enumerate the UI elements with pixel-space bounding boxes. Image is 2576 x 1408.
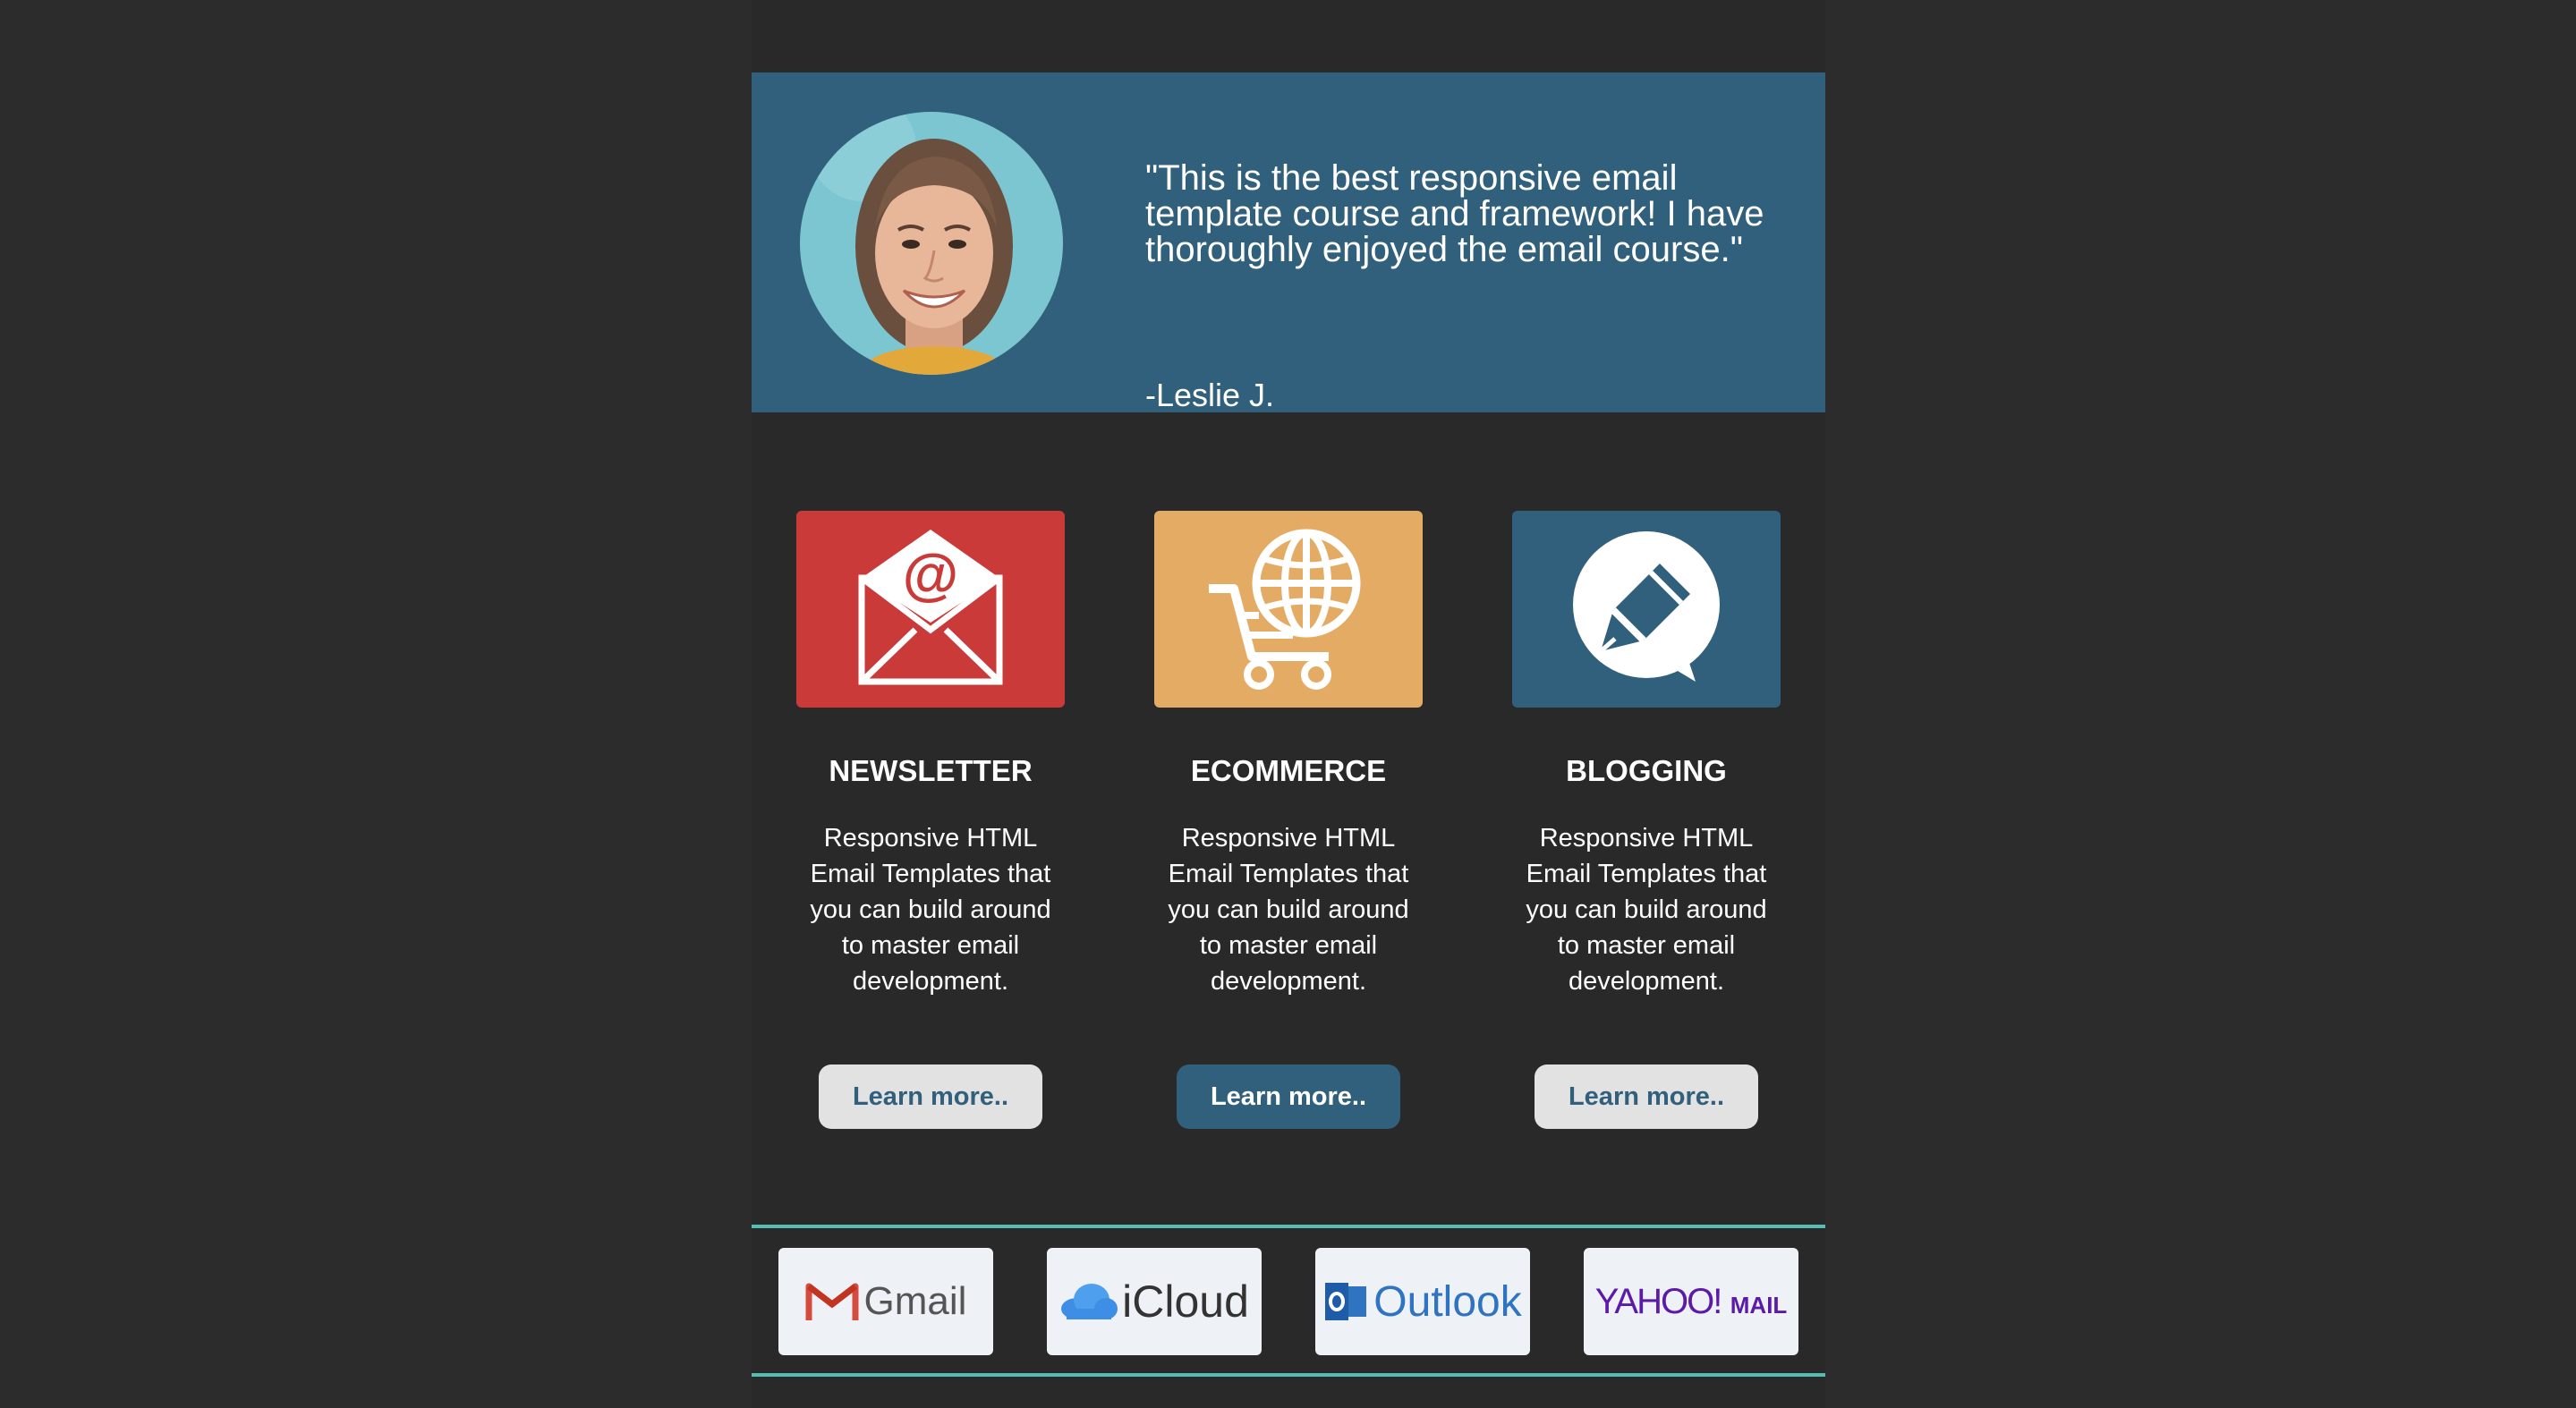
testimonial-quote: "This is the best responsive email templ… [1145,158,1764,269]
email-container: "This is the best responsive email templ… [752,0,1825,1408]
cart-globe-icon [1203,522,1373,697]
icloud-icon [1059,1282,1118,1321]
yahoo-mail-icon: YAHOO! MAIL [1595,1282,1788,1322]
blogging-tile [1512,511,1781,708]
client-outlook: Outlook [1315,1248,1530,1355]
feature-newsletter: @ NEWSLETTER Responsive HTML Email Templ… [796,511,1065,1137]
learn-more-button-blogging[interactable]: Learn more.. [1535,1064,1758,1129]
feature-description: Responsive HTML Email Templates that you… [1526,824,1767,996]
feature-description: Responsive HTML Email Templates that you… [1168,824,1409,996]
client-label: Gmail [863,1279,967,1323]
gmail-icon [805,1281,859,1322]
newsletter-tile: @ [796,511,1065,708]
testimonial-author: -Leslie J. [1145,377,1275,413]
learn-more-button-newsletter[interactable]: Learn more.. [819,1064,1042,1129]
learn-more-button-ecommerce[interactable]: Learn more.. [1177,1064,1400,1129]
envelope-icon: @ [846,522,1016,697]
outlook-icon [1323,1279,1368,1324]
feature-blogging: BLOGGING Responsive HTML Email Templates… [1512,511,1781,1137]
divider-top [752,1225,1825,1228]
client-icloud: iCloud [1047,1248,1262,1355]
blog-bubble-icon [1561,522,1731,697]
avatar [800,112,1063,375]
divider-bottom [752,1373,1825,1377]
feature-title: ECOMMERCE [1190,754,1387,787]
client-label: iCloud [1122,1277,1249,1327]
mail-wordmark: MAIL [1730,1291,1788,1319]
feature-description: Responsive HTML Email Templates that you… [810,824,1051,996]
client-gmail: Gmail [778,1248,993,1355]
svg-text:@: @ [903,542,958,606]
client-label: Outlook [1373,1277,1522,1326]
feature-title: NEWSLETTER [829,754,1033,787]
ecommerce-tile [1154,511,1423,708]
feature-ecommerce: ECOMMERCE Responsive HTML Email Template… [1154,511,1423,1137]
yahoo-wordmark: YAHOO! [1594,1281,1723,1321]
testimonial-banner: "This is the best responsive email templ… [752,72,1825,413]
client-yahoo-mail: YAHOO! MAIL [1584,1248,1798,1355]
feature-title: BLOGGING [1566,754,1727,787]
